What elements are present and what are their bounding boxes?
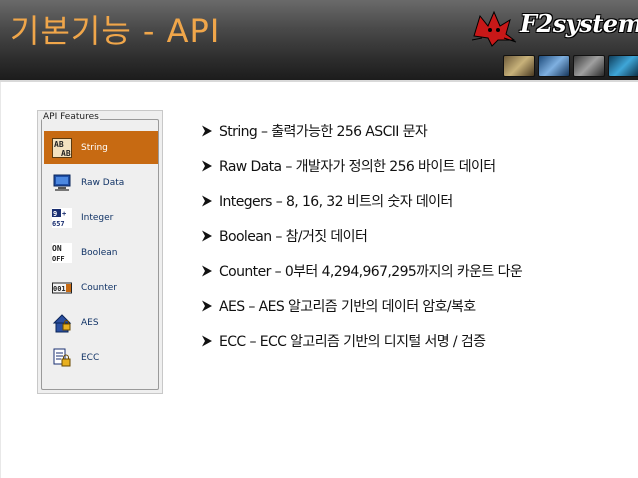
arrow-bullet-icon xyxy=(202,300,212,312)
boolean-icon: ON OFF xyxy=(52,242,72,263)
header-band: 기본기능 - API F2system xyxy=(0,0,638,80)
api-features-legend: API Features xyxy=(42,112,100,122)
bullet-text: Integers – 8, 16, 32 비트의 숫자 데이터 xyxy=(219,194,453,210)
feature-label: AES xyxy=(81,317,99,328)
svg-text:AB: AB xyxy=(54,140,64,149)
arrow-bullet-icon xyxy=(202,160,212,172)
feature-label: String xyxy=(81,142,108,153)
svg-text:ON: ON xyxy=(52,244,62,253)
feature-item-boolean[interactable]: ON OFF Boolean xyxy=(44,236,158,269)
bullet-text: ECC – ECC 알고리즘 기반의 디지털 서명 / 검증 xyxy=(219,334,486,350)
feature-item-raw-data[interactable]: Raw Data xyxy=(44,166,158,199)
bullet-item-boolean: Boolean – 참/거짓 데이터 xyxy=(200,225,368,247)
bullet-text: AES – AES 알고리즘 기반의 데이터 암호/복호 xyxy=(219,299,476,315)
product-thumb-2 xyxy=(538,55,570,77)
integer-icon: 9 + 657 xyxy=(52,207,72,228)
feature-label: Raw Data xyxy=(81,177,125,188)
page-edge xyxy=(0,82,1,478)
header-divider xyxy=(0,80,638,82)
raw-data-icon xyxy=(52,173,72,193)
product-thumb-3 xyxy=(573,55,605,77)
bullet-item-raw-data: Raw Data – 개발자가 정의한 256 바이트 데이터 xyxy=(200,155,496,177)
arrow-bullet-icon xyxy=(202,335,212,347)
bullet-item-aes: AES – AES 알고리즘 기반의 데이터 암호/복호 xyxy=(200,295,476,317)
svg-text:9: 9 xyxy=(53,210,57,218)
bullet-item-ecc: ECC – ECC 알고리즘 기반의 디지털 서명 / 검증 xyxy=(200,330,486,352)
feature-label: Integer xyxy=(81,212,114,223)
svg-text:AB: AB xyxy=(61,149,71,158)
bullet-text: Boolean – 참/거짓 데이터 xyxy=(219,229,368,245)
counter-icon: 001 xyxy=(52,278,72,298)
bullet-text: Raw Data – 개발자가 정의한 256 바이트 데이터 xyxy=(219,159,496,175)
feature-item-integer[interactable]: 9 + 657 Integer xyxy=(44,201,158,234)
aes-icon xyxy=(52,313,72,333)
ecc-icon xyxy=(52,348,72,368)
bullet-item-string: String – 출력가능한 256 ASCII 문자 xyxy=(200,120,428,142)
feature-label: Boolean xyxy=(81,247,118,258)
feature-label: Counter xyxy=(81,282,117,293)
product-thumbnails xyxy=(503,55,638,77)
product-thumb-4 xyxy=(608,55,638,77)
arrow-bullet-icon xyxy=(202,265,212,277)
feature-item-ecc[interactable]: ECC xyxy=(44,341,158,374)
svg-text:OFF: OFF xyxy=(52,255,65,263)
string-icon: AB AB xyxy=(52,137,72,158)
bullet-item-integers: Integers – 8, 16, 32 비트의 숫자 데이터 xyxy=(200,190,453,212)
feature-item-string[interactable]: AB AB String xyxy=(44,131,158,164)
page-title: 기본기능 - API xyxy=(10,12,221,50)
arrow-bullet-icon xyxy=(202,230,212,242)
api-features-panel: API Features AB AB String Raw Data 9 + 6… xyxy=(37,110,163,394)
arrow-bullet-icon xyxy=(202,195,212,207)
bullet-text: String – 출력가능한 256 ASCII 문자 xyxy=(219,124,428,140)
feature-item-counter[interactable]: 001 Counter xyxy=(44,271,158,304)
bullet-text: Counter – 0부터 4,294,967,295까지의 카운트 다운 xyxy=(219,264,523,280)
svg-text:+: + xyxy=(62,210,66,218)
svg-text:657: 657 xyxy=(52,220,65,228)
feature-label: ECC xyxy=(81,352,100,363)
product-thumb-1 xyxy=(503,55,535,77)
arrow-bullet-icon xyxy=(202,125,212,137)
bullet-item-counter: Counter – 0부터 4,294,967,295까지의 카운트 다운 xyxy=(200,260,523,282)
logo-text: F2system xyxy=(520,9,638,38)
svg-text:001: 001 xyxy=(53,285,66,293)
feature-item-aes[interactable]: AES xyxy=(44,306,158,339)
